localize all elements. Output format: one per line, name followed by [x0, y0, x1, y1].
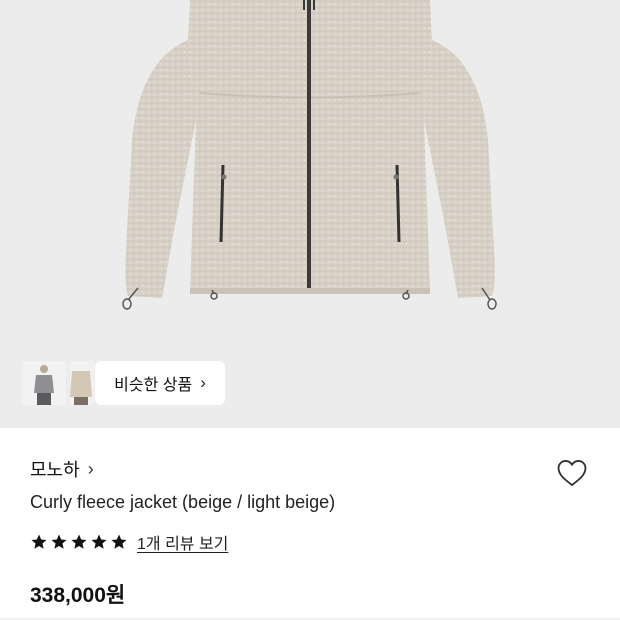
star-icon — [71, 534, 87, 549]
brand-name: 모노하 — [30, 460, 80, 480]
wishlist-button[interactable] — [554, 456, 590, 490]
star-icon — [31, 534, 47, 549]
review-link[interactable]: 1개 리뷰 보기 — [137, 530, 228, 554]
thumbnail-2[interactable] — [70, 361, 94, 405]
similar-products-label: 비슷한 상품 — [114, 377, 193, 394]
chevron-right-icon: › — [87, 458, 94, 479]
thumbnail-model-grey — [22, 361, 66, 405]
brand-link[interactable]: 모노하 › — [30, 456, 94, 482]
thumbnail-1[interactable] — [22, 361, 66, 405]
thumbnail-model-beige — [70, 361, 94, 405]
chevron-right-icon: › — [200, 373, 206, 392]
rating-stars — [30, 533, 128, 551]
star-icon — [51, 534, 67, 549]
product-price: 338,000원 — [30, 584, 126, 607]
thumbnail-strip — [22, 361, 94, 405]
similar-products-button[interactable]: 비슷한 상품 › — [95, 361, 225, 405]
rating-row: 1개 리뷰 보기 — [30, 530, 228, 554]
star-icon — [111, 534, 127, 549]
heart-outline-icon — [557, 460, 587, 487]
product-title: Curly fleece jacket (beige / light beige… — [30, 492, 336, 512]
star-icon — [91, 534, 107, 549]
